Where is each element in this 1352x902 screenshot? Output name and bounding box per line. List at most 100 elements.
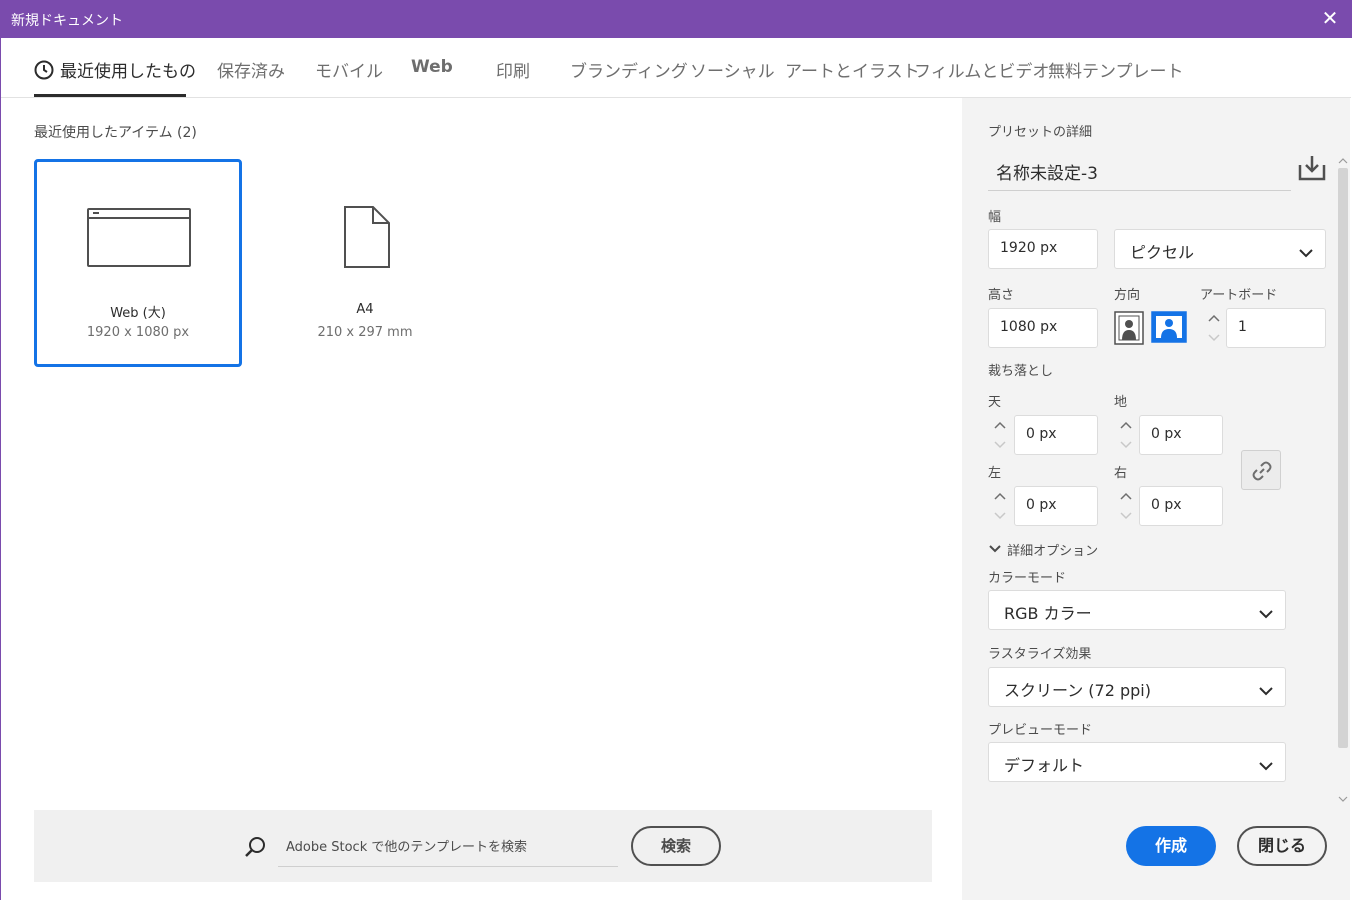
width-label: 幅 [988,210,1002,225]
stepper-up-icon[interactable] [988,487,1012,506]
stock-search-input[interactable]: Adobe Stock で他のテンプレートを検索 [278,826,618,867]
unit-dropdown[interactable]: ピクセル [1114,229,1326,269]
stepper-up-icon[interactable] [1114,416,1138,435]
bleed-right-value: 0 px [1151,497,1182,513]
recent-item-a4[interactable]: A4 210 x 297 mm [261,159,469,367]
search-icon [244,836,266,862]
stepper-up-icon[interactable] [1202,309,1226,328]
chevron-down-icon [1259,756,1273,775]
stepper-down-icon[interactable] [988,435,1012,454]
stepper-down-icon[interactable] [1114,435,1138,454]
tab-social[interactable]: ソーシャル [690,57,775,82]
search-button[interactable]: 検索 [631,826,721,866]
height-label: 高さ [988,288,1015,303]
tab-web[interactable]: Web [411,57,453,77]
tab-art-illustration[interactable]: アートとイラスト [785,57,920,82]
link-bleed-button[interactable] [1241,450,1281,490]
width-value: 1920 px [1000,240,1058,256]
height-input[interactable]: 1080 px [988,308,1098,348]
bleed-left-stepper [988,487,1012,525]
bleed-left-input[interactable]: 0 px [1014,486,1098,526]
category-tabs: 最近使用したもの 保存済み モバイル Web 印刷 ブランディング ソーシャル … [1,38,1351,98]
active-tab-indicator [34,94,186,97]
preview-mode-label: プレビューモード [988,723,1093,738]
tab-saved[interactable]: 保存済み [217,57,285,82]
preview-mode-value: デフォルト [1004,756,1085,775]
bleed-right-stepper [1114,487,1138,525]
save-preset-icon[interactable] [1298,155,1326,185]
tab-print[interactable]: 印刷 [496,57,530,82]
bleed-right-label: 右 [1114,466,1128,481]
stepper-down-icon[interactable] [988,506,1012,525]
scrollbar-thumb[interactable] [1338,168,1348,748]
stock-search-bar: Adobe Stock で他のテンプレートを検索 検索 [34,810,932,882]
bleed-bottom-label: 地 [1114,395,1128,410]
artboard-label: アートボード [1200,288,1278,303]
bleed-bottom-value: 0 px [1151,426,1182,442]
document-name-field[interactable]: 名称未設定-3 [988,150,1291,191]
title-bar: 新規ドキュメント ✕ [0,0,1352,38]
preset-details-header: プリセットの詳細 [988,125,1093,140]
create-button[interactable]: 作成 [1126,826,1216,866]
recent-item-size: 1920 x 1080 px [86,325,190,340]
orientation-label: 方向 [1114,288,1141,303]
bleed-left-label: 左 [988,466,1002,481]
recent-item-size: 210 x 297 mm [317,325,413,340]
landscape-orientation-icon[interactable] [1151,311,1187,347]
advanced-options-label: 詳細オプション [1007,544,1099,559]
tab-free-templates[interactable]: 無料テンプレート [1048,57,1184,82]
stepper-up-icon[interactable] [988,416,1012,435]
close-icon[interactable]: ✕ [1318,6,1342,30]
preview-mode-dropdown[interactable]: デフォルト [988,742,1286,782]
recent-items-title: 最近使用したアイテム (2) [34,125,197,141]
recent-item-name: Web (大) [110,306,166,321]
search-placeholder: Adobe Stock で他のテンプレートを検索 [286,840,527,855]
bleed-bottom-input[interactable]: 0 px [1139,415,1223,455]
clock-icon [34,60,54,85]
stepper-up-icon[interactable] [1114,487,1138,506]
tab-recent[interactable]: 最近使用したもの [34,57,196,85]
close-button[interactable]: 閉じる [1237,826,1327,866]
raster-effects-value: スクリーン (72 ppi) [1004,681,1151,700]
chevron-down-icon [1259,604,1273,623]
bleed-left-value: 0 px [1026,497,1057,513]
bleed-label: 裁ち落とし [988,364,1054,379]
tab-branding[interactable]: ブランディング [570,57,688,82]
link-icon [1251,460,1273,486]
browser-window-icon [87,208,191,274]
tab-film-video[interactable]: フィルムとビデオ [914,57,1049,82]
color-mode-label: カラーモード [988,571,1067,586]
raster-effects-dropdown[interactable]: スクリーン (72 ppi) [988,667,1286,707]
artboard-input[interactable]: 1 [1226,308,1326,348]
bleed-top-input[interactable]: 0 px [1014,415,1098,455]
bleed-bottom-stepper [1114,416,1138,454]
chevron-down-icon [1259,681,1273,700]
bleed-top-stepper [988,416,1012,454]
scroll-up-icon[interactable] [1338,150,1348,169]
document-icon [343,205,391,273]
artboard-value: 1 [1238,319,1247,335]
scroll-down-icon[interactable] [1338,788,1348,807]
artboard-stepper [1202,309,1226,347]
bleed-right-input[interactable]: 0 px [1139,486,1223,526]
stepper-down-icon[interactable] [1202,328,1226,347]
portrait-orientation-icon[interactable] [1114,311,1144,349]
recent-items-area: 最近使用したアイテム (2) Web (大) 1920 x 1080 px A4… [1,98,962,900]
tab-mobile[interactable]: モバイル [315,57,383,82]
color-mode-value: RGB カラー [1004,604,1092,623]
panel-scrollbar[interactable] [1336,150,1350,802]
recent-item-name: A4 [356,302,374,317]
tab-label: 最近使用したもの [60,62,196,82]
height-value: 1080 px [1000,319,1058,335]
stepper-down-icon[interactable] [1114,506,1138,525]
width-input[interactable]: 1920 px [988,229,1098,269]
chevron-down-icon [988,539,1002,558]
document-name-value: 名称未設定-3 [996,164,1098,184]
unit-value: ピクセル [1130,243,1195,262]
recent-item-web-large[interactable]: Web (大) 1920 x 1080 px [34,159,242,367]
window-title: 新規ドキュメント [11,13,123,29]
color-mode-dropdown[interactable]: RGB カラー [988,590,1286,630]
bleed-top-value: 0 px [1026,426,1057,442]
raster-effects-label: ラスタライズ効果 [988,647,1092,662]
advanced-options-toggle[interactable]: 詳細オプション [988,539,1098,559]
